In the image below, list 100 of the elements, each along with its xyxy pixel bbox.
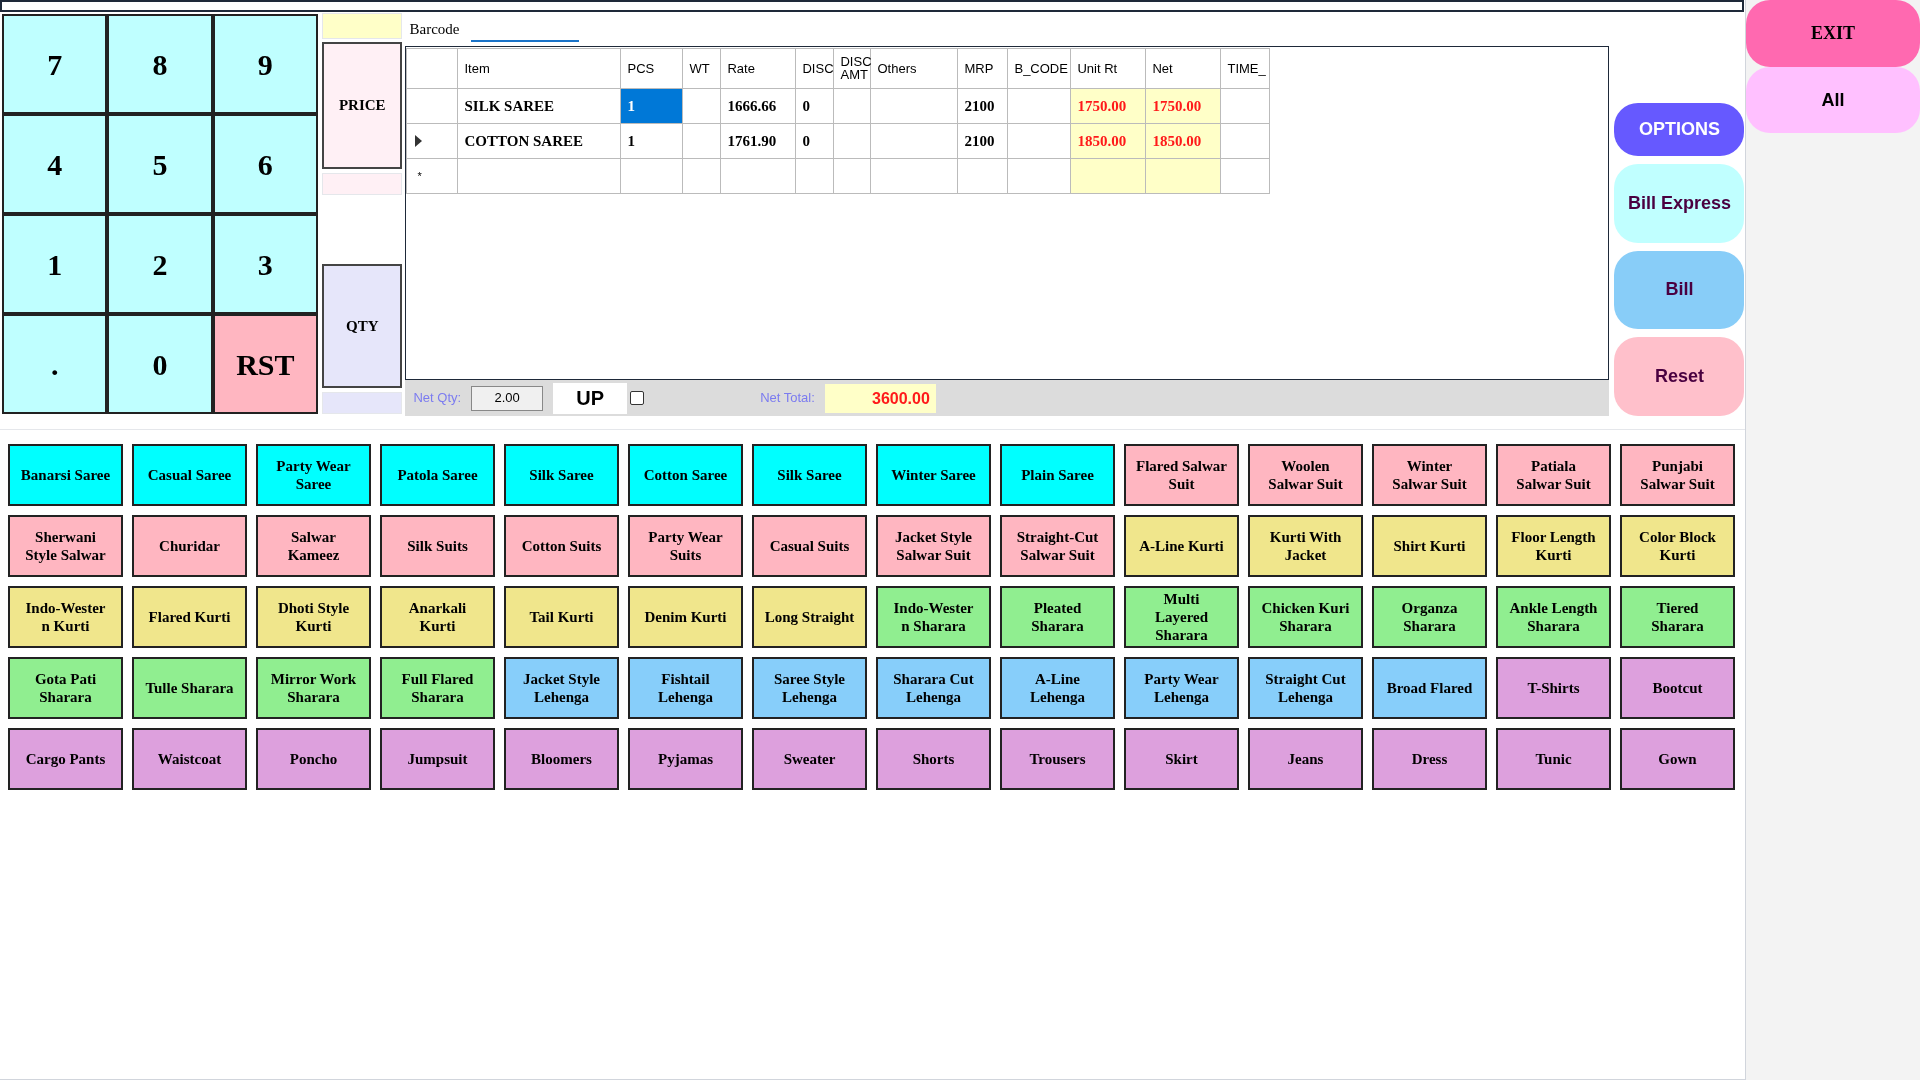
category-button[interactable]: Sherwani Style Salwar (8, 515, 123, 577)
category-button[interactable]: Punjabi Salwar Suit (1620, 444, 1735, 506)
exit-button[interactable]: EXIT (1746, 0, 1920, 67)
category-button[interactable]: Dress (1372, 728, 1487, 790)
category-button[interactable]: Winter Saree (876, 444, 991, 506)
category-button[interactable]: Shirt Kurti (1372, 515, 1487, 577)
category-button[interactable]: Chicken Kuri Sharara (1248, 586, 1363, 648)
category-button[interactable]: Gown (1620, 728, 1735, 790)
category-button[interactable]: Patola Saree (380, 444, 495, 506)
category-button[interactable]: Jumpsuit (380, 728, 495, 790)
category-button[interactable]: Bootcut (1620, 657, 1735, 719)
category-button[interactable]: Flared Kurti (132, 586, 247, 648)
category-button[interactable]: Bloomers (504, 728, 619, 790)
category-button[interactable]: Banarsi Saree (8, 444, 123, 506)
bill-button[interactable]: Bill (1614, 250, 1745, 330)
category-button[interactable]: Full Flared Sharara (380, 657, 495, 719)
category-button[interactable]: Skirt (1124, 728, 1239, 790)
price-button[interactable]: PRICE (322, 42, 403, 169)
column-header[interactable]: TIME_ (1220, 48, 1270, 89)
category-button[interactable]: Color Block Kurti (1620, 515, 1735, 577)
keypad-key[interactable]: 9 (212, 14, 318, 114)
keypad-key[interactable]: 4 (2, 114, 108, 214)
category-button[interactable]: Sweater (752, 728, 867, 790)
category-button[interactable]: Plain Saree (1000, 444, 1115, 506)
category-button[interactable]: Sharara Cut Lehenga (876, 657, 991, 719)
category-button[interactable]: Casual Saree (132, 444, 247, 506)
column-header[interactable]: Item (457, 48, 621, 89)
keypad-key[interactable]: 2 (107, 214, 213, 314)
category-button[interactable]: Pleated Sharara (1000, 586, 1115, 648)
category-button[interactable]: Poncho (256, 728, 371, 790)
category-button[interactable]: Tiered Sharara (1620, 586, 1735, 648)
category-button[interactable]: Cotton Suits (504, 515, 619, 577)
input-field[interactable] (0, 0, 1744, 12)
category-button[interactable]: A-Line Lehenga (1000, 657, 1115, 719)
category-button[interactable]: Floor Length Kurti (1496, 515, 1611, 577)
category-button[interactable]: Woolen Salwar Suit (1248, 444, 1363, 506)
column-header[interactable]: B_CODE (1007, 48, 1071, 89)
category-button[interactable]: Tunic (1496, 728, 1611, 790)
category-button[interactable]: Pyjamas (628, 728, 743, 790)
qty-button[interactable]: QTY (322, 264, 403, 388)
keypad-key[interactable]: 5 (107, 114, 213, 214)
category-button[interactable]: Long Straight (752, 586, 867, 648)
category-button[interactable]: Trousers (1000, 728, 1115, 790)
column-header[interactable]: WT (682, 48, 721, 89)
category-button[interactable]: Straight-Cut Salwar Suit (1000, 515, 1115, 577)
category-button[interactable]: Broad Flared (1372, 657, 1487, 719)
options-button[interactable]: OPTIONS (1614, 103, 1745, 156)
reset-key[interactable]: RST (212, 314, 318, 414)
column-header[interactable]: Unit Rt (1070, 48, 1146, 89)
category-button[interactable]: Silk Saree (504, 444, 619, 506)
category-button[interactable]: Churidar (132, 515, 247, 577)
category-button[interactable]: Winter Salwar Suit (1372, 444, 1487, 506)
column-header[interactable]: Others (870, 48, 958, 89)
category-button[interactable]: Patiala Salwar Suit (1496, 444, 1611, 506)
category-button[interactable]: Silk Saree (752, 444, 867, 506)
keypad-key[interactable]: 3 (212, 214, 318, 314)
column-header[interactable]: MRP (957, 48, 1008, 89)
category-button[interactable]: Kurti With Jacket (1248, 515, 1363, 577)
bill-express-button[interactable]: Bill Express (1614, 163, 1745, 243)
category-button[interactable]: Anarkali Kurti (380, 586, 495, 648)
category-button[interactable]: Jacket Style Salwar Suit (876, 515, 991, 577)
category-button[interactable]: Party Wear Suits (628, 515, 743, 577)
category-button[interactable]: Cargo Pants (8, 728, 123, 790)
keypad-key[interactable]: . (2, 314, 108, 414)
column-header[interactable]: DISC (795, 48, 834, 89)
keypad-key[interactable]: 1 (2, 214, 108, 314)
category-button[interactable]: T-Shirts (1496, 657, 1611, 719)
category-button[interactable]: Flared Salwar Suit (1124, 444, 1239, 506)
category-button[interactable]: Mirror Work Sharara (256, 657, 371, 719)
keypad-key[interactable]: 6 (212, 114, 318, 214)
category-button[interactable]: Indo-Wester n Sharara (876, 586, 991, 648)
category-button[interactable]: Fishtail Lehenga (628, 657, 743, 719)
category-button[interactable]: Jeans (1248, 728, 1363, 790)
category-button[interactable]: Shorts (876, 728, 991, 790)
category-button[interactable]: Cotton Saree (628, 444, 743, 506)
category-button[interactable]: Tulle Sharara (132, 657, 247, 719)
checkbox[interactable] (630, 391, 645, 406)
category-button[interactable]: Jacket Style Lehenga (504, 657, 619, 719)
category-button[interactable]: Straight Cut Lehenga (1248, 657, 1363, 719)
category-button[interactable]: Salwar Kameez (256, 515, 371, 577)
category-button[interactable]: Indo-Wester n Kurti (8, 586, 123, 648)
category-button[interactable]: A-Line Kurti (1124, 515, 1239, 577)
category-button[interactable]: Waistcoat (132, 728, 247, 790)
column-header[interactable]: Rate (720, 48, 796, 89)
category-button[interactable]: Casual Suits (752, 515, 867, 577)
category-button[interactable]: Ankle Length Sharara (1496, 586, 1611, 648)
keypad-key[interactable]: 8 (107, 14, 213, 114)
keypad-key[interactable]: 7 (2, 14, 108, 114)
category-button[interactable]: Dhoti Style Kurti (256, 586, 371, 648)
category-button[interactable]: Tail Kurti (504, 586, 619, 648)
category-button[interactable]: Denim Kurti (628, 586, 743, 648)
column-header[interactable]: PCS (620, 48, 683, 89)
category-button[interactable]: Gota Pati Sharara (8, 657, 123, 719)
category-button[interactable]: Silk Suits (380, 515, 495, 577)
category-button[interactable]: Organza Sharara (1372, 586, 1487, 648)
category-button[interactable]: Party Wear Saree (256, 444, 371, 506)
up-button[interactable]: UP (553, 382, 628, 414)
reset-button[interactable]: Reset (1614, 337, 1745, 416)
all-button[interactable]: All (1746, 67, 1920, 133)
category-button[interactable]: Multi Layered Sharara (1124, 586, 1239, 648)
